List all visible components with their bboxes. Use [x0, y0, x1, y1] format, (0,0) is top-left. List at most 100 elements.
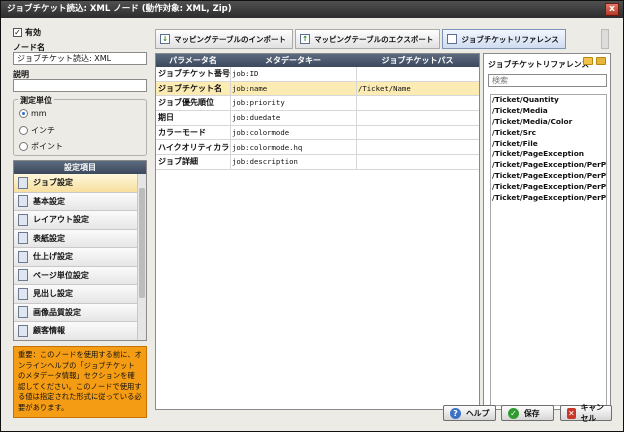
node-name-field[interactable]: ジョブチケット読込: XML [13, 52, 147, 65]
tab-scroll-button[interactable] [601, 29, 609, 49]
table-row[interactable]: ハイクオリティカラー job:colormode.hq [156, 141, 479, 156]
cell-param: ジョブ優先順位 [158, 98, 214, 108]
table-row[interactable]: ジョブチケット名 job:name /Ticket/Name [156, 81, 479, 97]
list-item[interactable]: /Ticket/PageException/PerPage [491, 160, 606, 171]
cell-path[interactable] [356, 111, 479, 125]
list-item[interactable]: /Ticket/Media/Color [491, 117, 606, 128]
table-row[interactable]: ジョブ詳細 job:description [156, 155, 479, 170]
radio-point[interactable] [19, 142, 28, 151]
settings-item-customer[interactable]: 顧客情報 [14, 322, 138, 340]
tab-bar: ↓ マッピングテーブルのインポート ↑ マッピングテーブルのエクスポート ジョブチケ… [155, 29, 566, 49]
tab-export-mapping[interactable]: ↑ マッピングテーブルのエクスポート [295, 29, 441, 49]
settings-item-label: 仕上げ設定 [33, 252, 73, 262]
settings-item-cover[interactable]: 表紙設定 [14, 229, 138, 248]
cancel-button[interactable]: ✕ キャンセル [560, 403, 612, 423]
layout-settings-icon [18, 213, 28, 226]
heading-settings-icon [18, 287, 28, 300]
cell-param: ジョブチケット名 [158, 83, 222, 93]
settings-scrollbar[interactable] [137, 174, 146, 340]
reload-folder-icon[interactable] [596, 57, 606, 65]
list-item[interactable]: /Ticket/PageException [491, 149, 606, 160]
close-button[interactable]: x [605, 3, 619, 16]
save-button[interactable]: ✓ 保存 [501, 405, 554, 421]
list-item[interactable]: /Ticket/PageException/PerPage [491, 182, 606, 193]
image-quality-icon [18, 306, 28, 319]
cell-param: ジョブチケット番号 [158, 69, 230, 78]
list-item[interactable]: /Ticket/Src [491, 128, 606, 139]
settings-scroll-thumb[interactable] [139, 188, 145, 298]
settings-item-job[interactable]: ジョブ設定 [14, 174, 138, 193]
header-path: ジョブチケットパス [381, 56, 454, 65]
notice-box: 重要：このノードを使用する前に、オンラインヘルプの「ジョブチケットのメタデータ情… [13, 346, 147, 418]
cell-path[interactable] [356, 126, 479, 140]
settings-item-basic[interactable]: 基本設定 [14, 192, 138, 211]
unit-inch-label: インチ [31, 126, 55, 135]
radio-inch[interactable] [19, 126, 28, 135]
cell-key: job:ID [232, 69, 259, 78]
settings-item-label: 基本設定 [33, 196, 65, 206]
tab-job-ticket-reference[interactable]: ジョブチケットリファレンス [442, 29, 566, 49]
finishing-settings-icon [18, 250, 28, 263]
cell-param: カラーモード [158, 127, 206, 137]
list-item[interactable]: /Ticket/File [491, 139, 606, 150]
settings-item-label: 表紙設定 [33, 233, 65, 243]
tab-import-mapping[interactable]: ↓ マッピングテーブルのインポート [155, 29, 294, 49]
unit-group: 測定単位 mm インチ ポイント [13, 95, 147, 156]
cell-path[interactable] [356, 141, 479, 155]
list-item[interactable]: /Ticket/PageException/PerPage [491, 171, 606, 182]
cell-key: job:duedate [232, 113, 281, 123]
table-row[interactable]: ジョブチケット番号 job:ID [156, 67, 479, 82]
reference-title: ジョブチケットリファレンス [488, 60, 590, 69]
settings-item-image-quality[interactable]: 画像品質設定 [14, 303, 138, 322]
panel-icon [447, 34, 458, 44]
cell-key: job:description [232, 157, 298, 167]
table-header: パラメータ名 メタデータキー ジョブチケットパス [156, 54, 479, 67]
cell-param: 期日 [158, 113, 174, 123]
tab-label: ジョブチケットリファレンス [461, 34, 559, 44]
settings-item-finishing[interactable]: 仕上げ設定 [14, 248, 138, 267]
cell-path[interactable]: /Ticket/Name [356, 82, 479, 96]
settings-item-label: 顧客情報 [33, 326, 65, 336]
cancel-icon: ✕ [567, 407, 576, 419]
list-item[interactable]: /Ticket/Quantity [491, 95, 606, 106]
description-field[interactable] [13, 79, 147, 92]
unit-legend: 測定単位 [18, 95, 54, 106]
page-settings-icon [18, 269, 28, 282]
reference-search-input[interactable]: 検索 [488, 74, 607, 87]
unit-option-point[interactable]: ポイント [19, 141, 63, 152]
import-icon: ↓ [160, 34, 170, 44]
cell-key: job:name [232, 83, 268, 93]
cell-path[interactable] [356, 67, 479, 81]
header-key: メタデータキー [265, 56, 321, 65]
unit-option-inch[interactable]: インチ [19, 125, 55, 136]
settings-item-layout[interactable]: レイアウト設定 [14, 211, 138, 230]
open-folder-icon[interactable] [583, 57, 593, 65]
reference-list: /Ticket/Quantity /Ticket/Media /Ticket/M… [490, 94, 607, 406]
table-row[interactable]: ジョブ優先順位 job:priority [156, 96, 479, 112]
enabled-label: 有効 [25, 27, 41, 37]
tab-label: マッピングテーブルのエクスポート [314, 34, 434, 44]
settings-item-page[interactable]: ページ単位設定 [14, 266, 138, 285]
list-item[interactable]: /Ticket/Media [491, 106, 606, 117]
help-button[interactable]: ? ヘルプ [443, 405, 496, 421]
cell-param: ハイクオリティカラー [158, 142, 230, 152]
header-param: パラメータ名 [169, 56, 217, 65]
basic-settings-icon [18, 195, 28, 208]
table-row[interactable]: 期日 job:duedate [156, 111, 479, 126]
column-divider [230, 67, 231, 170]
enabled-checkbox[interactable]: ✓ [13, 27, 22, 37]
list-item[interactable]: /Ticket/PageException/PerPage [491, 193, 606, 204]
cell-key: job:colormode [232, 127, 290, 137]
settings-item-label: レイアウト設定 [33, 215, 89, 225]
unit-option-mm[interactable]: mm [19, 109, 47, 118]
dialog-window: ジョブチケット読込: XML ノード (動作対象: XML, Zip) x ✓ … [0, 0, 624, 432]
settings-item-heading[interactable]: 見出し設定 [14, 285, 138, 304]
mapping-table: パラメータ名 メタデータキー ジョブチケットパス ジョブチケット番号 job:I… [155, 53, 480, 410]
left-panel: ✓ 有効 ノード名 ジョブチケット読込: XML 説明 測定単位 mm インチ … [11, 25, 149, 421]
radio-mm[interactable] [19, 109, 28, 118]
table-row[interactable]: カラーモード job:colormode [156, 126, 479, 141]
cell-path[interactable] [356, 96, 479, 110]
customer-icon [18, 324, 28, 337]
cell-path[interactable] [356, 155, 479, 169]
cancel-label: キャンセル [580, 403, 604, 423]
